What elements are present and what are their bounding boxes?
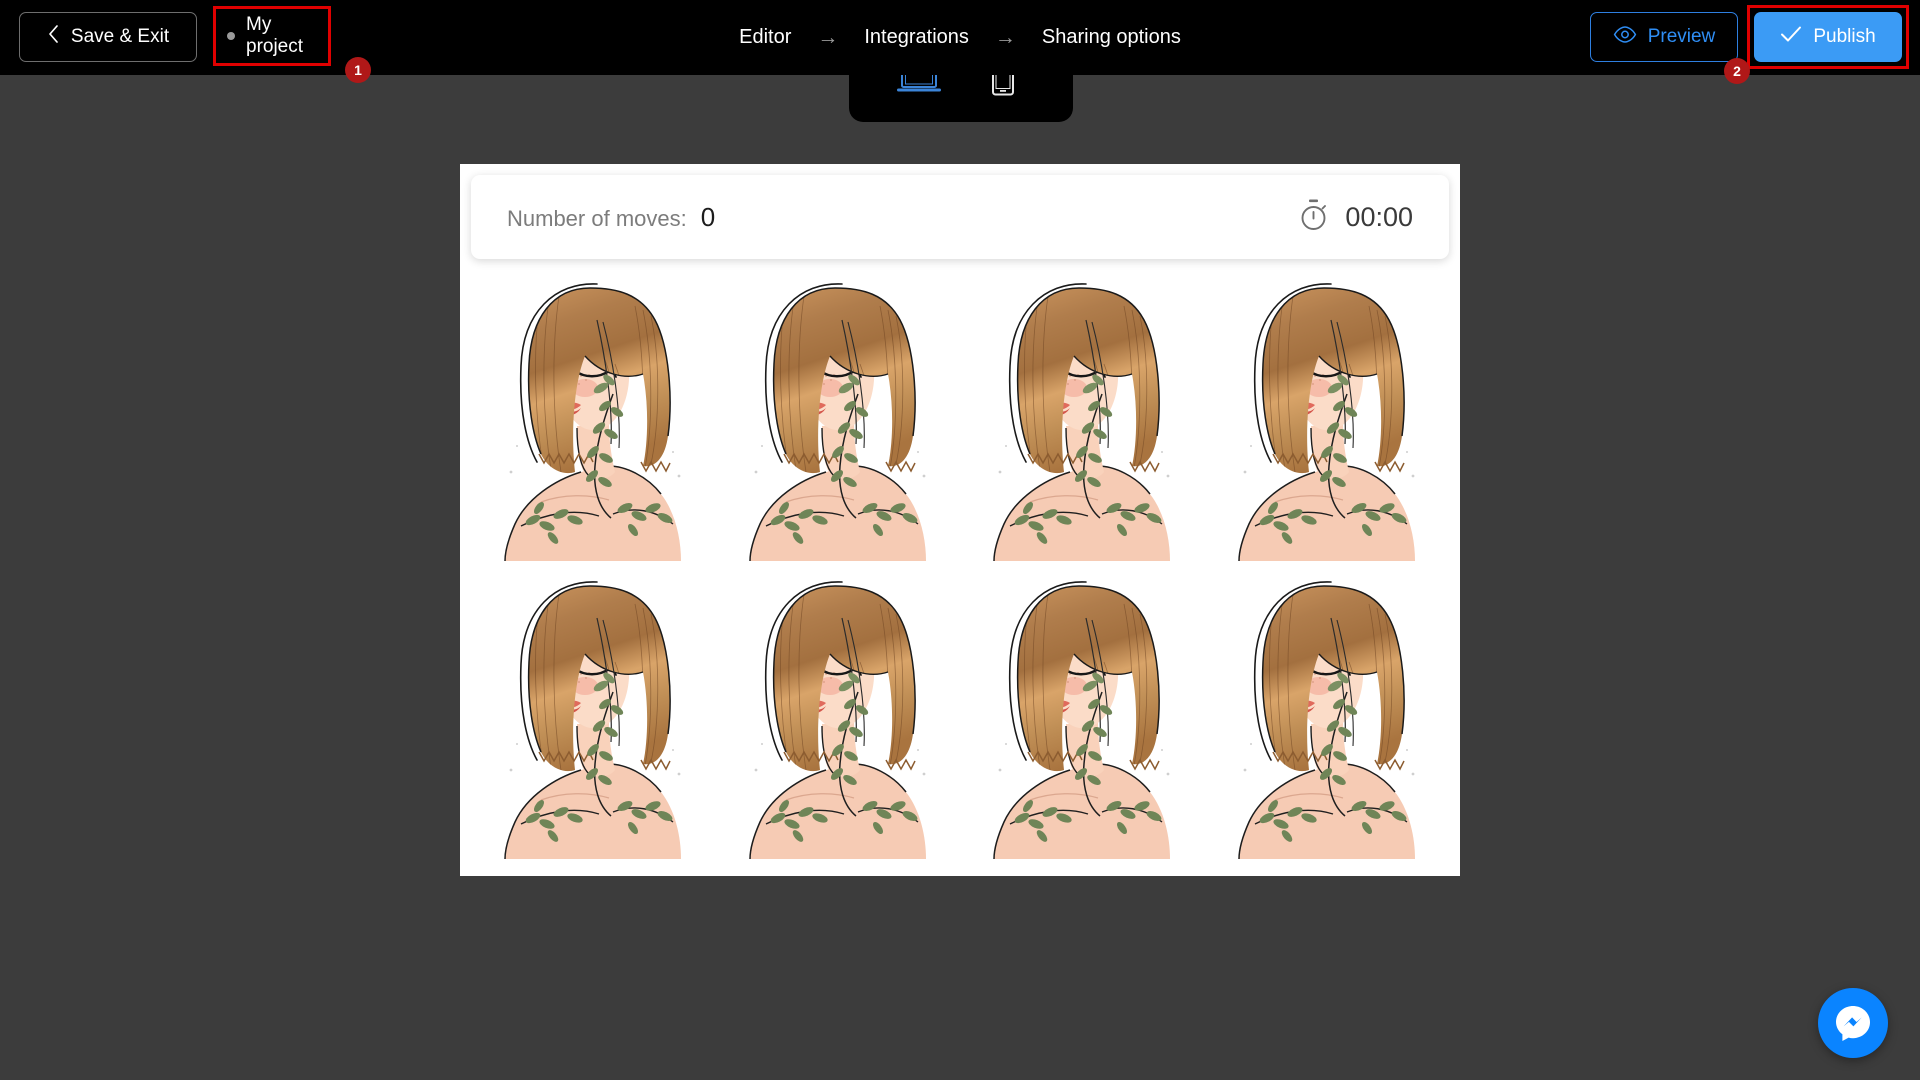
messenger-icon	[1836, 1006, 1870, 1041]
top-toolbar: Save & Exit My project Editor → Integrat…	[0, 0, 1920, 75]
breadcrumb-item-sharing-options[interactable]: Sharing options	[1042, 26, 1181, 49]
preview-button[interactable]: Preview	[1590, 12, 1738, 62]
annotation-badge-2: 2	[1724, 58, 1750, 84]
memory-card[interactable]	[960, 270, 1205, 568]
game-status-bar: Number of moves: 0 00:00	[471, 175, 1449, 259]
memory-card[interactable]	[715, 567, 960, 865]
moves-value: 0	[700, 201, 716, 232]
stopwatch-icon	[1298, 197, 1329, 237]
game-timer: 00:00	[1298, 197, 1413, 237]
breadcrumb-arrow-icon: →	[994, 26, 1016, 49]
eye-icon	[1613, 25, 1637, 49]
memory-card[interactable]	[471, 567, 716, 865]
preview-label: Preview	[1647, 26, 1716, 47]
messenger-chat-button[interactable]	[1818, 988, 1888, 1058]
memory-card[interactable]	[471, 270, 716, 568]
publish-button[interactable]: Publish	[1754, 12, 1902, 62]
check-icon	[1780, 25, 1802, 49]
breadcrumb-item-integrations[interactable]: Integrations	[864, 26, 969, 49]
memory-card[interactable]	[960, 567, 1205, 865]
editor-canvas: Number of moves: 0 00:00	[460, 164, 1460, 876]
memory-card[interactable]	[715, 270, 960, 568]
memory-card-grid	[471, 270, 1449, 865]
breadcrumb-arrow-icon: →	[817, 26, 839, 49]
memory-card[interactable]	[1204, 567, 1449, 865]
annotation-badge-1: 1	[345, 57, 371, 83]
moves-label: Number of moves:	[507, 205, 687, 231]
breadcrumb-item-editor[interactable]: Editor	[739, 26, 791, 49]
memory-card[interactable]	[1204, 270, 1449, 568]
timer-value: 00:00	[1345, 201, 1413, 232]
publish-label: Publish	[1813, 26, 1876, 47]
moves-counter: Number of moves: 0	[507, 202, 715, 233]
